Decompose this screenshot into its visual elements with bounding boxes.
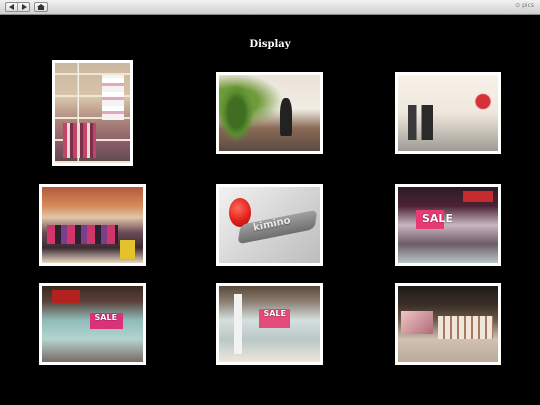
photo-sign-text: SALE xyxy=(422,211,453,225)
thumbnail-image xyxy=(219,75,320,151)
gallery-thumbnail[interactable] xyxy=(395,72,501,154)
thumbnail-image: SALE xyxy=(42,286,143,362)
forward-button[interactable] xyxy=(17,3,29,11)
gallery-thumbnail[interactable] xyxy=(216,72,323,154)
gallery-thumbnail[interactable] xyxy=(52,60,133,166)
home-icon xyxy=(37,4,45,10)
gallery-thumbnail[interactable] xyxy=(39,184,146,266)
gallery-thumbnail[interactable]: SALE xyxy=(216,283,323,365)
thumbnail-image xyxy=(398,75,498,151)
thumbnail-image: SALE xyxy=(398,187,498,263)
home-button[interactable] xyxy=(34,2,48,12)
gallery-thumbnail[interactable] xyxy=(395,283,501,365)
gallery-thumbnail[interactable]: kimino xyxy=(216,184,323,266)
right-arrow-icon xyxy=(21,4,27,10)
thumbnail-image xyxy=(55,63,130,163)
thumbnail-image xyxy=(398,286,498,362)
toolbar-status-text: ⊙ pics xyxy=(515,2,534,9)
thumbnail-image: kimino xyxy=(219,187,320,263)
thumbnail-image: SALE xyxy=(219,286,320,362)
nav-button-group xyxy=(5,2,30,12)
thumbnail-image xyxy=(42,187,143,263)
browser-toolbar: ⊙ pics xyxy=(0,0,540,15)
gallery-thumbnail[interactable]: SALE xyxy=(39,283,146,365)
photo-sign-text: SALE xyxy=(263,309,286,319)
left-arrow-icon xyxy=(8,4,14,10)
photo-sign-text: SALE xyxy=(94,313,118,323)
photo-sign-text: kimino xyxy=(252,214,292,234)
gallery-thumbnail[interactable]: SALE xyxy=(395,184,501,266)
app-window: ⊙ pics Display kimino SALE SALE SALE xyxy=(0,0,540,405)
back-button[interactable] xyxy=(6,3,17,11)
page-title: Display xyxy=(249,39,291,50)
